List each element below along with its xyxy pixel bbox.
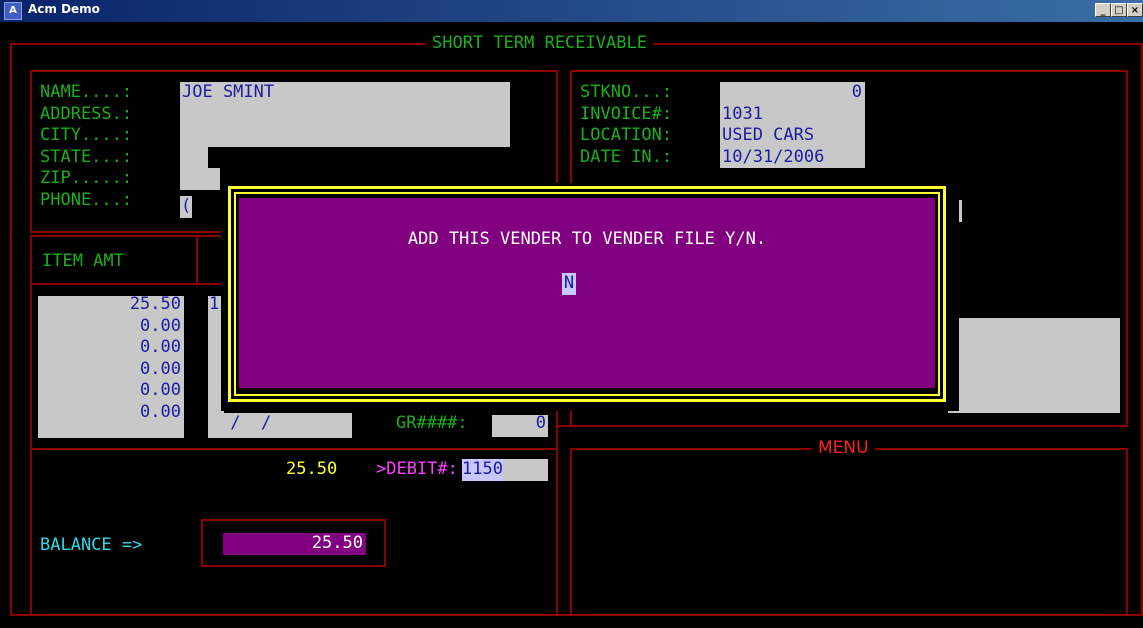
item-amount-6: 0.00 <box>140 401 181 422</box>
invoice-value: 1031 <box>722 103 763 124</box>
location-value: USED CARS <box>722 125 815 145</box>
city-label: CITY....: <box>40 125 133 145</box>
invoice-label: INVOICE#: <box>580 103 673 124</box>
window-title-bar[interactable] <box>0 0 1143 22</box>
app-icon: A <box>4 2 22 20</box>
item-code-1: 1 <box>209 294 220 314</box>
address-field[interactable] <box>180 103 510 125</box>
item-amount-2: 0.00 <box>140 315 181 336</box>
item-amount-1: 25.50 <box>129 294 181 314</box>
phone-label: PHONE...: <box>40 189 133 210</box>
item-amount-4: 0.00 <box>140 358 181 379</box>
name-label: NAME....: <box>40 82 133 102</box>
debit-label: >DEBIT#: <box>376 459 458 479</box>
location-label: LOCATION: <box>580 125 673 145</box>
close-button[interactable]: × <box>1127 3 1143 17</box>
city-field[interactable] <box>180 125 510 147</box>
debit-value: 1150 <box>462 459 503 481</box>
total-value: 25.50 <box>286 459 338 479</box>
item-date-value: / / <box>220 413 272 433</box>
balance-label: BALANCE => <box>40 535 143 555</box>
maximize-button[interactable]: □ <box>1111 3 1127 17</box>
datein-label: DATE IN.: <box>580 146 673 167</box>
stock-notes-field[interactable] <box>948 318 1120 413</box>
state-field[interactable] <box>180 146 208 168</box>
window-title: Acm Demo <box>28 2 100 16</box>
balance-value: 25.50 <box>311 533 363 553</box>
menu-title: MENU <box>812 438 875 460</box>
item-amt-header: ITEM AMT <box>42 251 124 271</box>
zip-field[interactable] <box>180 168 220 190</box>
stkno-value: 0 <box>851 82 862 102</box>
menu-panel <box>570 448 1128 616</box>
item-amount-5: 0.00 <box>140 380 181 400</box>
confirm-dialog <box>239 198 935 388</box>
screen-title: SHORT TERM RECEIVABLE <box>426 33 653 55</box>
phone-value: ( <box>181 196 192 216</box>
datein-value: 10/31/2006 <box>722 146 825 167</box>
dialog-answer-input[interactable]: N <box>562 273 576 295</box>
dialog-message: ADD THIS VENDER TO VENDER FILE Y/N. <box>407 229 767 249</box>
divider-line <box>555 425 1128 427</box>
state-label: STATE...: <box>40 146 133 167</box>
gr-label: GR####: <box>396 413 468 433</box>
address-label: ADDRESS.: <box>40 103 133 124</box>
minimize-button[interactable]: _ <box>1095 3 1111 17</box>
gr-value: 0 <box>535 413 546 433</box>
item-amount-3: 0.00 <box>140 337 181 357</box>
zip-label: ZIP.....: <box>40 168 133 188</box>
stkno-label: STKNO...: <box>580 82 673 102</box>
name-value: JOE SMINT <box>182 82 275 102</box>
